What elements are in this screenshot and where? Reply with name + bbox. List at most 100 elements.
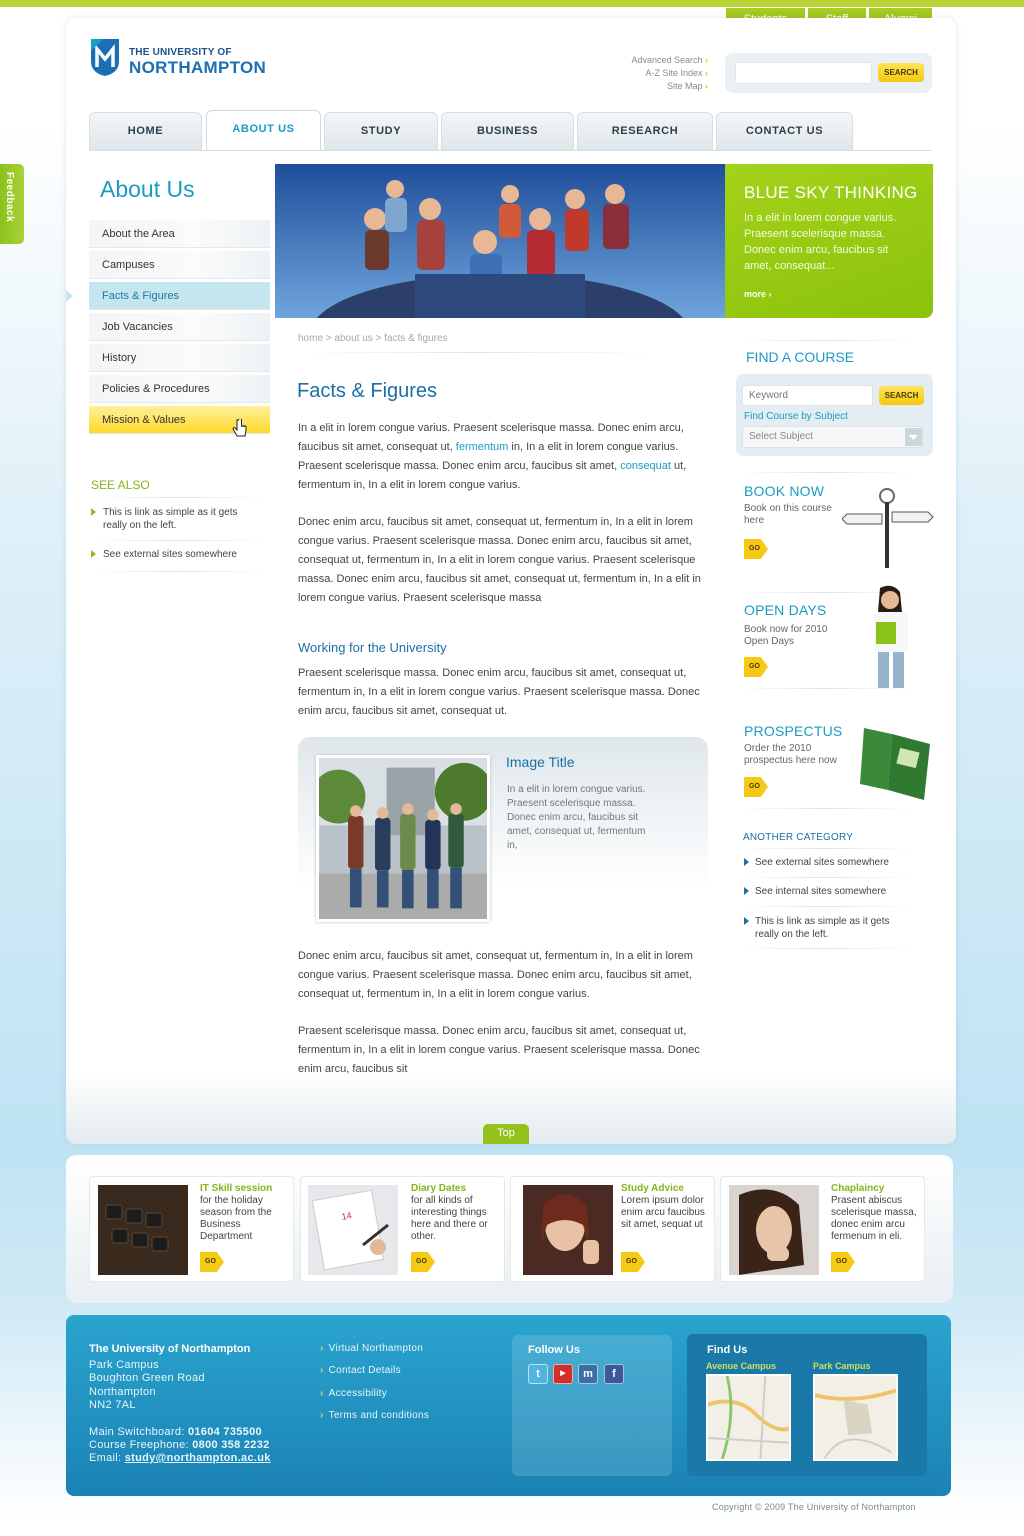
advanced-search-link[interactable]: Advanced Search ›	[631, 55, 708, 65]
nav-study[interactable]: STUDY	[324, 112, 438, 150]
address-line: Boughton Green Road	[89, 1372, 205, 1384]
freephone: Course Freephone: 0800 358 2232	[89, 1439, 270, 1451]
arrow-right-icon	[744, 887, 749, 895]
diary-photo: 14	[308, 1185, 398, 1275]
switchboard: Main Switchboard: 01604 735500	[89, 1426, 262, 1438]
university-logo-icon[interactable]	[89, 37, 121, 77]
follow-us-title: Follow Us	[528, 1344, 580, 1356]
arrow-right-icon	[91, 550, 96, 558]
card-title[interactable]: Chaplaincy	[831, 1183, 884, 1194]
avenue-campus-map[interactable]	[706, 1374, 791, 1461]
sidebar-item-about-area[interactable]: About the Area	[89, 219, 270, 248]
open-days-text: Book now for 2010 Open Days	[744, 624, 828, 647]
nav-home[interactable]: HOME	[89, 112, 202, 150]
campus-photo	[316, 755, 490, 922]
nav-business[interactable]: BUSINESS	[441, 112, 574, 150]
footer-link-terms[interactable]: › Terms and conditions	[320, 1410, 429, 1421]
park-campus-map[interactable]	[813, 1374, 898, 1461]
open-days-title[interactable]: OPEN DAYS	[744, 602, 826, 618]
keyboard-photo	[98, 1185, 188, 1275]
footer-link-accessibility[interactable]: › Accessibility	[320, 1388, 387, 1399]
find-by-subject-link[interactable]: Find Course by Subject	[744, 411, 848, 422]
address-line: NN2 7AL	[89, 1399, 136, 1411]
nav-contact-us[interactable]: CONTACT US	[716, 112, 853, 150]
divider	[736, 848, 916, 849]
logo-line1: THE UNIVERSITY OF	[129, 47, 232, 58]
more-link[interactable]: more ›	[744, 289, 772, 299]
card-text: for the holiday season from the Business…	[200, 1195, 272, 1242]
nav-research[interactable]: RESEARCH	[577, 112, 713, 150]
avenue-campus-label[interactable]: Avenue Campus	[706, 1361, 776, 1371]
category-link-2[interactable]: See internal sites somewhere	[744, 885, 914, 898]
sidebar-item-history[interactable]: History	[89, 343, 270, 372]
sidebar-item-job-vacancies[interactable]: Job Vacancies	[89, 312, 270, 341]
search-button[interactable]: SEARCH	[878, 63, 924, 82]
az-index-link[interactable]: A-Z Site Index ›	[645, 68, 708, 78]
paragraph-1: In a elit in lorem congue varius. Praese…	[298, 422, 687, 491]
site-map-link[interactable]: Site Map ›	[667, 81, 708, 91]
see-also-title: SEE ALSO	[91, 478, 150, 492]
divider	[736, 688, 916, 689]
promo-text: In a elit in lorem congue varius. Praese…	[744, 212, 897, 272]
prospectus-title[interactable]: PROSPECTUS	[744, 723, 842, 739]
image-title: Image Title	[506, 754, 575, 770]
footer-link-virtual[interactable]: › Virtual Northampton	[320, 1343, 423, 1354]
category-link-1[interactable]: See external sites somewhere	[744, 856, 914, 869]
see-also-link-1[interactable]: This is link as simple as it gets really…	[91, 506, 261, 532]
facebook-icon[interactable]: f	[604, 1364, 624, 1384]
divider	[89, 571, 270, 572]
follow-us-box	[512, 1335, 672, 1476]
copyright: Copyright © 2009 The University of North…	[712, 1502, 916, 1512]
divider	[736, 877, 916, 878]
sidebar-title: About Us	[100, 176, 195, 202]
paragraph-4: Donec enim arcu, faucibus sit amet, cons…	[298, 950, 693, 1000]
sidebar-item-facts-figures[interactable]: Facts & Figures	[89, 281, 270, 310]
park-campus-label[interactable]: Park Campus	[813, 1361, 871, 1371]
chevron-down-icon[interactable]	[905, 428, 922, 446]
logo-line2: NORTHAMPTON	[129, 58, 267, 77]
consequat-link[interactable]: consequat	[620, 460, 671, 472]
search-input[interactable]	[735, 62, 872, 84]
subject-select[interactable]: Select Subject	[742, 426, 923, 448]
arrow-right-icon	[744, 917, 749, 925]
card-title[interactable]: Diary Dates	[411, 1183, 466, 1194]
section-subtitle: Working for the University	[298, 640, 447, 655]
arrow-right-icon	[744, 858, 749, 866]
divider	[736, 948, 916, 949]
back-to-top-button[interactable]: Top	[483, 1124, 529, 1144]
divider	[298, 352, 658, 353]
sidebar-item-campuses[interactable]: Campuses	[89, 250, 270, 279]
card-title[interactable]: IT Skill session	[200, 1183, 272, 1194]
another-category-title: ANOTHER CATEGORY	[743, 832, 854, 843]
breadcrumb[interactable]: home > about us > facts & figures	[298, 333, 448, 344]
arrow-right-icon	[91, 508, 96, 516]
keyword-input[interactable]	[742, 385, 873, 406]
image-caption: In a elit in lorem congue varius. Praese…	[507, 784, 646, 851]
category-link-3[interactable]: This is link as simple as it gets really…	[744, 915, 914, 941]
prospectus-text: Order the 2010 prospectus here now	[744, 743, 837, 766]
divider	[89, 540, 270, 541]
see-also-link-2[interactable]: See external sites somewhere	[91, 548, 261, 561]
page-title: Facts & Figures	[297, 380, 438, 402]
fermentum-link[interactable]: fermentum	[456, 441, 509, 453]
twitter-icon[interactable]: t	[528, 1364, 548, 1384]
footer-link-contact[interactable]: › Contact Details	[320, 1365, 401, 1376]
footer-university-name: The University of Northampton	[89, 1343, 251, 1355]
nav-about-us[interactable]: ABOUT US	[206, 110, 321, 151]
address-line: Northampton	[89, 1386, 156, 1398]
email-link[interactable]: study@northampton.ac.uk	[125, 1452, 271, 1464]
hero-photo-students	[275, 164, 725, 318]
find-course-search-button[interactable]: SEARCH	[879, 386, 924, 405]
hand-cursor-icon	[232, 419, 247, 437]
myspace-icon[interactable]: m	[578, 1364, 598, 1384]
sidebar-item-policies[interactable]: Policies & Procedures	[89, 374, 270, 403]
book-now-title[interactable]: BOOK NOW	[744, 483, 824, 499]
youtube-icon[interactable]: ▶	[553, 1364, 573, 1384]
svg-text:14: 14	[341, 1210, 353, 1222]
book-now-text: Book on this course here	[744, 503, 832, 526]
signpost-icon	[842, 488, 934, 568]
card-title[interactable]: Study Advice	[621, 1183, 684, 1194]
divider	[736, 340, 916, 341]
feedback-tab[interactable]: Feedback	[0, 164, 24, 244]
nav-divider	[89, 150, 932, 151]
